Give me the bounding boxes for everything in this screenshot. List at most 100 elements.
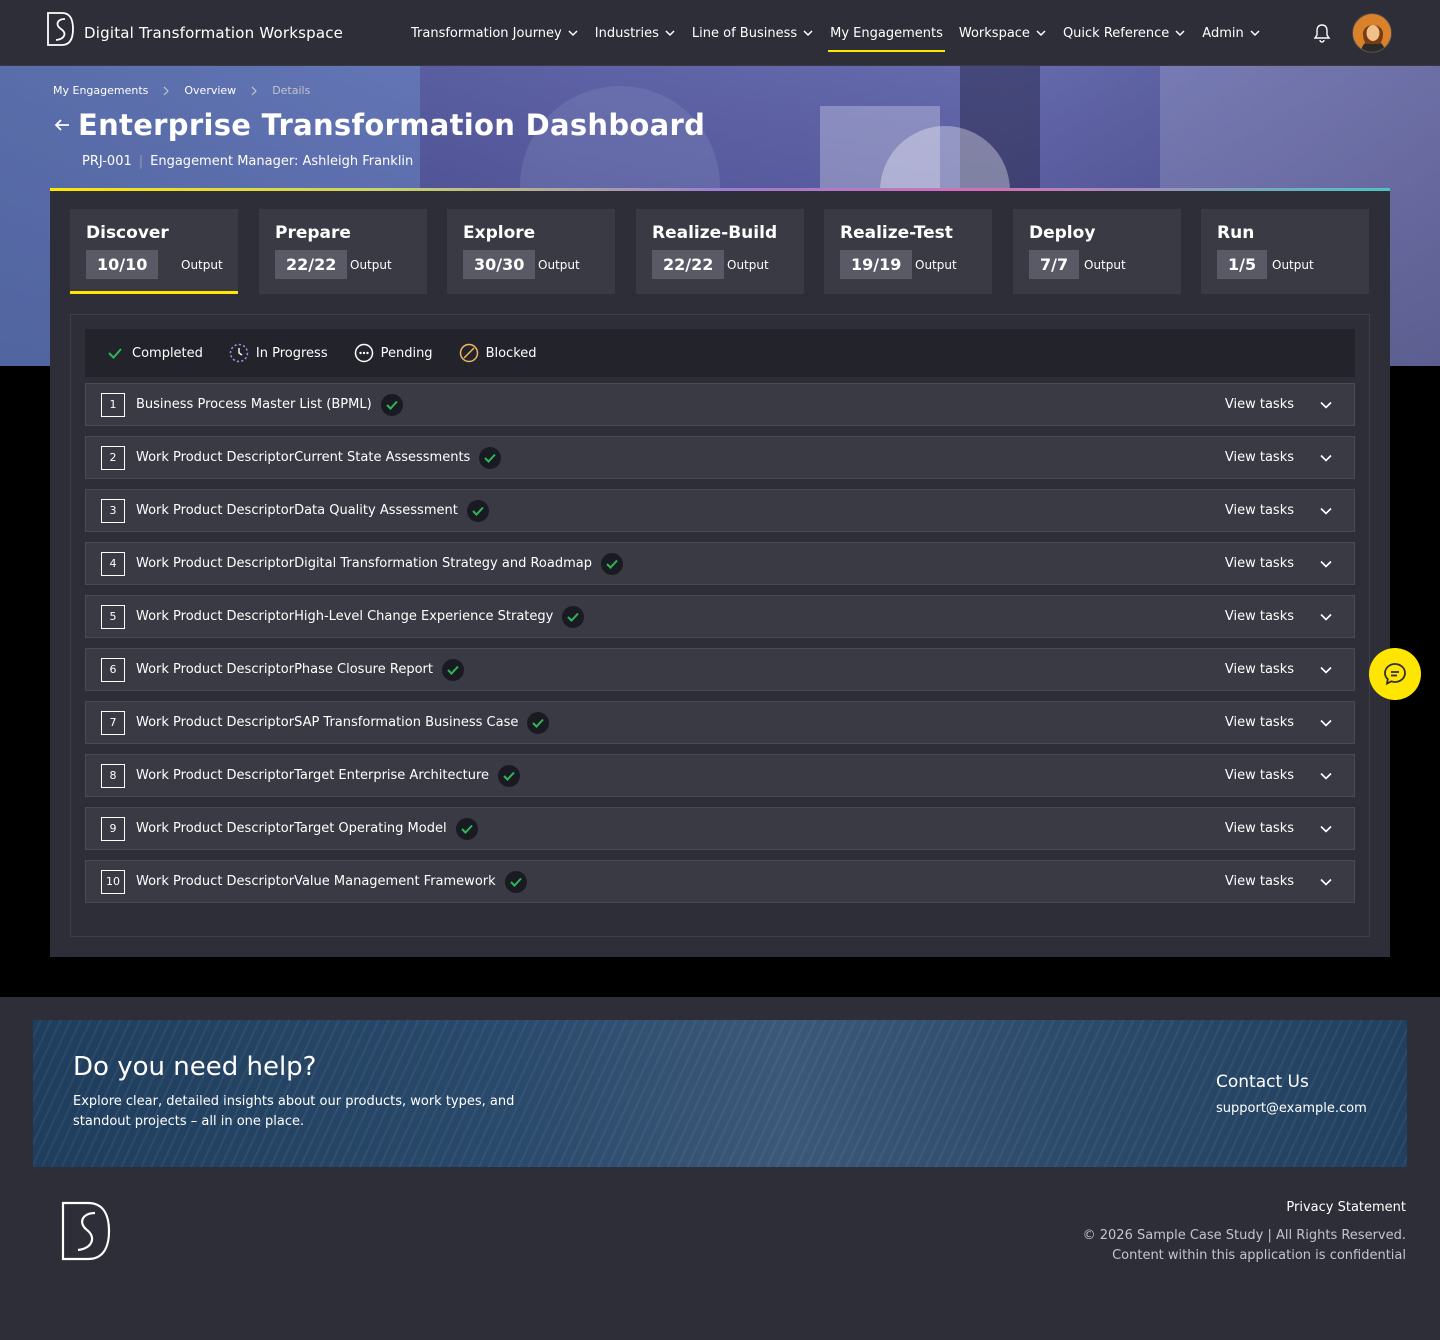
phase-output-label: Output (350, 258, 392, 272)
completed-check-icon (380, 393, 403, 416)
breadcrumb-details: Details (272, 84, 311, 97)
chevron-down-icon[interactable] (1318, 556, 1334, 572)
chevron-down-icon (1036, 30, 1046, 37)
legend-label: In Progress (255, 345, 328, 361)
view-tasks-link[interactable]: View tasks (1225, 874, 1294, 889)
deliverable-row[interactable]: 7 Work Product DescriptorSAP Transformati… (85, 701, 1355, 744)
chevron-down-icon (1175, 30, 1185, 37)
legend-blocked: Blocked (459, 343, 537, 363)
chevron-down-icon[interactable] (1318, 768, 1334, 784)
deliverable-row[interactable]: 5 Work Product DescriptorHigh-Level Chang… (85, 595, 1355, 638)
phase-output-label: Output (181, 258, 223, 272)
chevron-down-icon[interactable] (1318, 821, 1334, 837)
deliverable-row[interactable]: 3 Work Product DescriptorData Quality Ass… (85, 489, 1355, 532)
check-icon (108, 348, 122, 359)
row-title: Work Product DescriptorValue Management … (136, 874, 496, 889)
chevron-down-icon[interactable] (1318, 609, 1334, 625)
row-number: 2 (101, 445, 125, 470)
row-number: 4 (101, 551, 125, 576)
nav-label: Transformation Journey (411, 25, 562, 41)
deliverables-list-panel: Completed In Progress Pending Blocked 1 … (70, 314, 1370, 937)
deliverable-row[interactable]: 1 Business Process Master List (BPML) View… (85, 383, 1355, 426)
nav-transformation-journey[interactable]: Transformation Journey (411, 0, 579, 66)
nav-workspace[interactable]: Workspace (959, 0, 1047, 66)
phase-output-label: Output (538, 258, 580, 272)
legend-in-progress: In Progress (229, 343, 328, 363)
view-tasks-link[interactable]: View tasks (1225, 556, 1294, 571)
legend-label: Blocked (485, 345, 537, 361)
brand[interactable]: Digital Transformation Workspace (45, 11, 343, 47)
project-meta: PRJ-001 | Engagement Manager: Ashleigh F… (82, 154, 413, 169)
breadcrumb-my-engagements[interactable]: My Engagements (53, 84, 148, 97)
row-number: 7 (101, 710, 125, 735)
completed-check-icon (562, 605, 585, 628)
deliverable-row[interactable]: 10 Work Product DescriptorValue Managemen… (85, 860, 1355, 903)
chevron-down-icon[interactable] (1318, 662, 1334, 678)
privacy-statement-link[interactable]: Privacy Statement (1286, 1200, 1406, 1215)
nav-quick-reference[interactable]: Quick Reference (1063, 0, 1186, 66)
avatar[interactable] (1352, 13, 1392, 53)
view-tasks-link[interactable]: View tasks (1225, 450, 1294, 465)
page-title: Enterprise Transformation Dashboard (78, 108, 706, 142)
chevron-down-icon (803, 30, 813, 37)
view-tasks-link[interactable]: View tasks (1225, 503, 1294, 518)
completed-check-icon (527, 711, 550, 734)
bell-icon[interactable] (1311, 22, 1333, 44)
row-title: Work Product DescriptorTarget Enterprise… (136, 768, 490, 783)
deliverable-row[interactable]: 4 Work Product DescriptorDigital Transfor… (85, 542, 1355, 585)
row-number: 8 (101, 763, 125, 788)
view-tasks-link[interactable]: View tasks (1225, 821, 1294, 836)
phase-name: Realize-Test (840, 223, 953, 243)
nav-admin[interactable]: Admin (1202, 0, 1260, 66)
nav-line-of-business[interactable]: Line of Business (692, 0, 814, 66)
breadcrumb-overview[interactable]: Overview (184, 84, 236, 97)
row-number: 3 (101, 498, 125, 523)
phase-card-realize-build[interactable]: Realize-Build 22/22 Output (636, 209, 804, 294)
view-tasks-link[interactable]: View tasks (1225, 397, 1294, 412)
view-tasks-link[interactable]: View tasks (1225, 715, 1294, 730)
back-arrow-icon[interactable] (53, 116, 71, 134)
view-tasks-link[interactable]: View tasks (1225, 768, 1294, 783)
chevron-down-icon[interactable] (1318, 397, 1334, 413)
row-title: Work Product DescriptorData Quality Asse… (136, 503, 458, 518)
row-title: Work Product DescriptorSAP Transformatio… (136, 715, 519, 730)
phase-card-run[interactable]: Run 1/5 Output (1201, 209, 1369, 294)
nav-label: Line of Business (691, 25, 798, 41)
phase-card-explore[interactable]: Explore 30/30 Output (447, 209, 615, 294)
chevron-down-icon[interactable] (1318, 503, 1334, 519)
phase-card-deploy[interactable]: Deploy 7/7 Output (1013, 209, 1181, 294)
status-legend: Completed In Progress Pending Blocked (85, 329, 1355, 377)
chevron-down-icon[interactable] (1318, 715, 1334, 731)
phase-name: Realize-Build (652, 223, 778, 243)
view-tasks-link[interactable]: View tasks (1225, 662, 1294, 677)
phase-name: Explore (463, 223, 536, 243)
row-title: Business Process Master List (BPML) (136, 397, 372, 412)
help-banner: Do you need help? Explore clear, detaile… (33, 1020, 1407, 1167)
chat-icon (1384, 663, 1406, 686)
phase-name: Prepare (275, 223, 351, 243)
chevron-down-icon[interactable] (1318, 450, 1334, 466)
deliverable-row[interactable]: 9 Work Product DescriptorTarget Operating… (85, 807, 1355, 850)
deliverable-row[interactable]: 2 Work Product DescriptorCurrent State As… (85, 436, 1355, 479)
deliverable-row[interactable]: 8 Work Product DescriptorTarget Enterpris… (85, 754, 1355, 797)
copyright-text: © 2026 Sample Case Study | All Rights Re… (1082, 1228, 1406, 1243)
engagement-manager: Engagement Manager: Ashleigh Franklin (150, 154, 414, 169)
view-tasks-link[interactable]: View tasks (1225, 609, 1294, 624)
nav-industries[interactable]: Industries (595, 0, 676, 66)
breadcrumb: My Engagements Overview Details (53, 84, 310, 97)
row-title: Work Product DescriptorDigital Transform… (136, 556, 592, 571)
chat-button[interactable] (1369, 648, 1421, 700)
phase-card-realize-test[interactable]: Realize-Test 19/19 Output (824, 209, 992, 294)
deliverable-row[interactable]: 6 Work Product DescriptorPhase Closure Re… (85, 648, 1355, 691)
legend-completed: Completed (105, 343, 203, 363)
chevron-down-icon[interactable] (1318, 874, 1334, 890)
row-number: 1 (101, 392, 125, 417)
phase-card-prepare[interactable]: Prepare 22/22 Output (259, 209, 427, 294)
legend-pending: Pending (354, 343, 433, 363)
meta-divider: | (138, 154, 144, 169)
nav-my-engagements[interactable]: My Engagements (828, 0, 945, 66)
phase-card-discover[interactable]: Discover 10/10 Output (70, 209, 238, 294)
panel-accent-line (50, 188, 1390, 191)
contact-email-link[interactable]: support@example.com (1216, 1101, 1367, 1116)
nav-label: Admin (1202, 25, 1244, 41)
